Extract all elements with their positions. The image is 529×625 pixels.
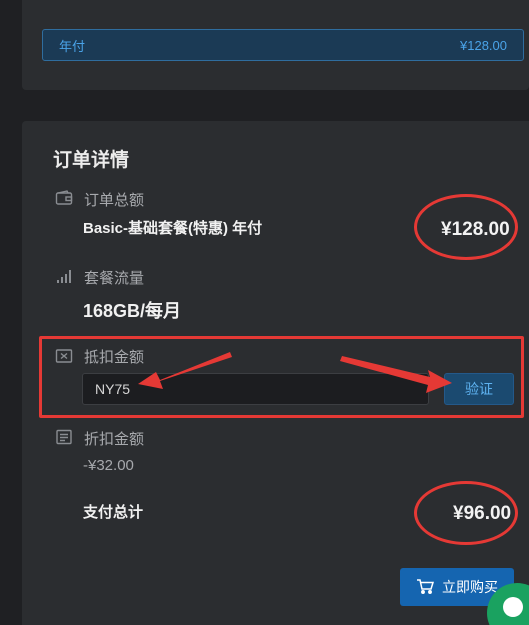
- arrow-to-coupon-input: [138, 352, 232, 389]
- annotation-arrows: [138, 352, 452, 393]
- arrow-to-verify-button: [340, 356, 452, 393]
